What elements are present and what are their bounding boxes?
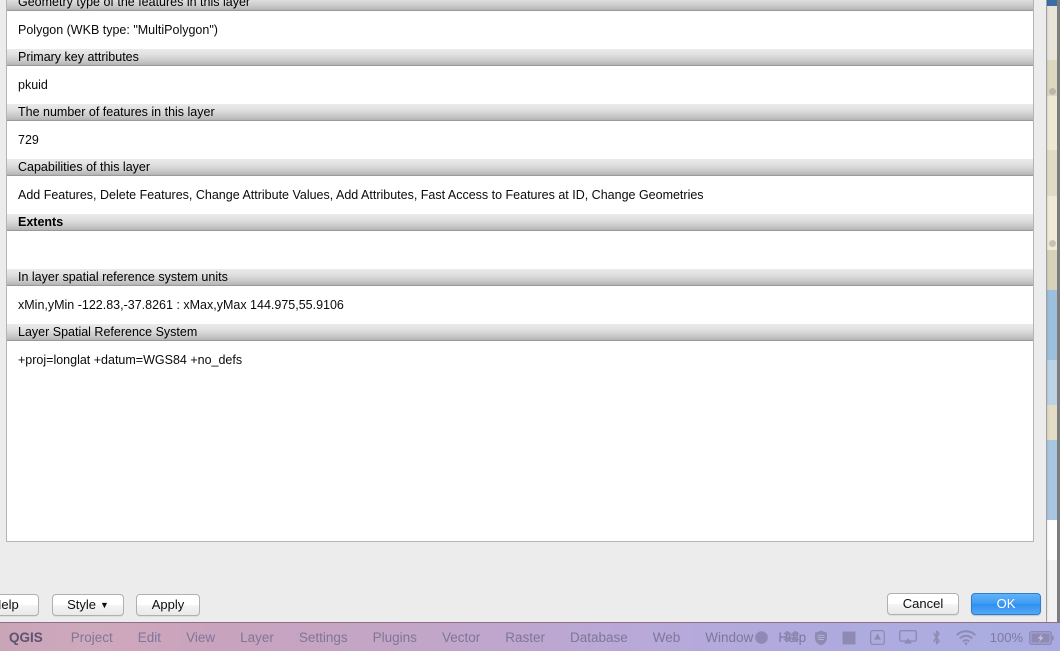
metadata-value: +proj=longlat +datum=WGS84 +no_defs [7, 341, 1033, 379]
metadata-section-header: The number of features in this layer [7, 104, 1033, 121]
menubar-status-icon-tray: 100% [754, 623, 1058, 651]
menubar-item-plugins[interactable]: Plugins [373, 630, 417, 645]
layer-metadata-panel[interactable]: Geometry type of the features in this la… [6, 0, 1034, 542]
metadata-value: xMin,yMin -122.83,-37.8261 : xMax,yMax 1… [7, 286, 1033, 324]
ok-button[interactable]: OK [971, 593, 1041, 615]
battery-percent-label: 100% [989, 630, 1023, 645]
metadata-section-header: Layer Spatial Reference System [7, 324, 1033, 341]
menubar-app-name[interactable]: QGIS [9, 630, 43, 645]
metadata-section-header: In layer spatial reference system units [7, 269, 1033, 286]
menubar-item-web[interactable]: Web [653, 630, 681, 645]
help-button[interactable]: Help [0, 594, 39, 616]
menubar-item-edit[interactable]: Edit [138, 630, 161, 645]
wifi-icon[interactable] [956, 630, 976, 645]
menubar-item-view[interactable]: View [186, 630, 215, 645]
bluetooth-icon[interactable] [931, 629, 942, 646]
menubar-item-list: QGIS Project Edit View Layer Settings Plugins V… [0, 623, 831, 651]
menubar-item-layer[interactable]: Layer [240, 630, 274, 645]
menubar-item-vector[interactable]: Vector [442, 630, 480, 645]
dialog-button-bar: Help Style▼ Apply Cancel OK [0, 548, 1046, 622]
metadata-value: Add Features, Delete Features, Change At… [7, 176, 1033, 214]
map-feature-mark [1049, 240, 1056, 247]
square-icon[interactable] [842, 631, 856, 645]
menubar-item-raster[interactable]: Raster [505, 630, 545, 645]
battery-charging-icon[interactable] [1029, 630, 1054, 645]
metadata-value: pkuid [7, 66, 1033, 104]
metadata-section-header: Primary key attributes [7, 49, 1033, 66]
metadata-section-header: Geometry type of the features in this la… [7, 0, 1033, 11]
cancel-button[interactable]: Cancel [887, 593, 959, 615]
metadata-value: Polygon (WKB type: "MultiPolygon") [7, 11, 1033, 49]
metadata-section-header: Extents [7, 214, 1033, 231]
metadata-value: 729 [7, 121, 1033, 159]
map-feature-mark [1049, 88, 1056, 95]
dropbox-icon[interactable] [783, 630, 800, 645]
apply-button[interactable]: Apply [136, 594, 200, 616]
metadata-value [7, 231, 1033, 269]
style-button-label: Style [67, 597, 96, 612]
menubar-item-database[interactable]: Database [570, 630, 628, 645]
shield-icon[interactable] [814, 630, 828, 646]
metadata-section-header: Capabilities of this layer [7, 159, 1033, 176]
chevron-down-icon: ▼ [99, 600, 109, 610]
menubar-item-window[interactable]: Window [705, 630, 753, 645]
menubar-item-project[interactable]: Project [71, 630, 113, 645]
metadata-row-list: Geometry type of the features in this la… [7, 0, 1033, 379]
airplay-icon[interactable] [898, 630, 917, 645]
menubar-item-settings[interactable]: Settings [299, 630, 348, 645]
layer-properties-dialog: Geometry type of the features in this la… [0, 0, 1046, 622]
macos-menu-bar: QGIS Project Edit View Layer Settings Plugins V… [0, 622, 1060, 651]
circle-icon[interactable] [754, 630, 769, 645]
style-menu-button[interactable]: Style ▼ [52, 594, 124, 616]
google-drive-icon[interactable] [869, 630, 885, 645]
